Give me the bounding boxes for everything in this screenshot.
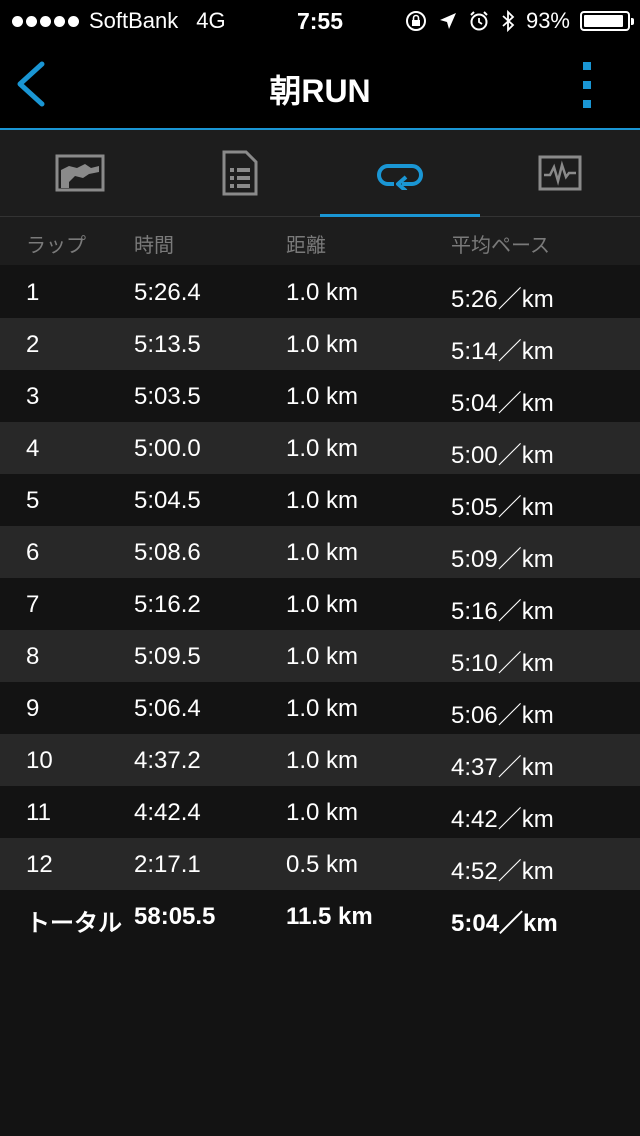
lap-distance: 1.0 km: [286, 799, 359, 826]
document-list-icon: [222, 150, 258, 196]
tab-laps[interactable]: [320, 130, 480, 217]
header-distance: 距離: [286, 235, 326, 257]
lap-distance: 1.0 km: [286, 331, 359, 358]
lap-pace: 4:37／km: [451, 754, 554, 781]
table-row[interactable]: 11 4:42.4 1.0 km 4:42／km: [0, 786, 640, 838]
table-row[interactable]: 8 5:09.5 1.0 km 5:10／km: [0, 630, 640, 682]
status-bar: SoftBank 4G 7:55 93%: [0, 0, 640, 40]
tab-bar: [0, 130, 640, 217]
lap-time: 5:03.5: [134, 383, 201, 410]
lap-pace: 5:06／km: [451, 702, 554, 729]
lap-pace: 5:10／km: [451, 650, 554, 677]
lap-time: 5:00.0: [134, 435, 201, 462]
lap-time: 5:04.5: [134, 487, 201, 514]
lap-distance: 1.0 km: [286, 591, 359, 618]
total-label: トータル: [26, 910, 122, 937]
battery-icon: [580, 11, 634, 31]
location-arrow-icon: [439, 13, 456, 29]
lap-pace: 5:04／km: [451, 390, 554, 417]
lap-time: 5:16.2: [134, 591, 201, 618]
lap-distance: 1.0 km: [286, 383, 359, 410]
lap-number: 5: [26, 487, 40, 514]
laps-table: 1 5:26.4 1.0 km 5:26／km 2 5:13.5 1.0 km …: [0, 266, 640, 942]
header-lap: ラップ: [26, 235, 86, 257]
total-pace: 5:04／km: [451, 910, 558, 937]
battery-percent: 93%: [525, 8, 570, 33]
table-row[interactable]: 4 5:00.0 1.0 km 5:00／km: [0, 422, 640, 474]
lap-number: 2: [26, 331, 40, 358]
lap-distance: 1.0 km: [286, 539, 359, 566]
table-row[interactable]: 10 4:37.2 1.0 km 4:37／km: [0, 734, 640, 786]
lap-number: 1: [26, 279, 40, 306]
lap-distance: 1.0 km: [286, 747, 359, 774]
lap-time: 5:08.6: [134, 539, 201, 566]
lap-distance: 1.0 km: [286, 279, 359, 306]
lap-distance: 1.0 km: [286, 643, 359, 670]
navigation-bar: 朝RUN: [0, 40, 640, 130]
table-row[interactable]: 6 5:08.6 1.0 km 5:09／km: [0, 526, 640, 578]
lap-number: 7: [26, 591, 40, 618]
lap-distance: 1.0 km: [286, 435, 359, 462]
header-pace: 平均ペース: [451, 235, 550, 257]
rotation-lock-icon: [405, 11, 426, 31]
lap-number: 10: [26, 747, 53, 774]
lap-number: 3: [26, 383, 40, 410]
lap-time: 5:06.4: [134, 695, 201, 722]
laps-loop-icon: [377, 164, 423, 190]
lap-number: 11: [26, 799, 51, 826]
lap-distance: 1.0 km: [286, 487, 359, 514]
lap-pace: 5:05／km: [451, 494, 554, 521]
lap-number: 8: [26, 643, 40, 670]
total-row: トータル 58:05.5 11.5 km 5:04／km: [0, 890, 640, 942]
bluetooth-icon: [502, 9, 515, 33]
lap-number: 4: [26, 435, 40, 462]
table-row[interactable]: 1 5:26.4 1.0 km 5:26／km: [0, 266, 640, 318]
lap-number: 12: [26, 851, 53, 878]
page-title: 朝RUN: [269, 73, 371, 109]
lap-pace: 4:52／km: [451, 858, 554, 885]
lap-distance: 0.5 km: [286, 851, 359, 878]
lap-time: 5:26.4: [134, 279, 201, 306]
alarm-icon: [470, 11, 488, 31]
more-options-icon[interactable]: [580, 62, 594, 108]
tab-heart-rate[interactable]: [480, 130, 640, 216]
table-row[interactable]: 12 2:17.1 0.5 km 4:52／km: [0, 838, 640, 890]
total-time: 58:05.5: [134, 903, 216, 930]
header-time: 時間: [134, 235, 174, 257]
lap-pace: 5:09／km: [451, 546, 554, 573]
lap-pace: 5:14／km: [451, 338, 554, 365]
lap-time: 4:37.2: [134, 747, 201, 774]
table-row[interactable]: 5 5:04.5 1.0 km 5:05／km: [0, 474, 640, 526]
lap-number: 6: [26, 539, 40, 566]
lap-time: 2:17.1: [134, 851, 201, 878]
laps-table-header: ラップ 時間 距離 平均ペース: [0, 217, 640, 265]
table-row[interactable]: 3 5:03.5 1.0 km 5:04／km: [0, 370, 640, 422]
lap-pace: 5:16／km: [451, 598, 554, 625]
lap-distance: 1.0 km: [286, 695, 359, 722]
lap-number: 9: [26, 695, 40, 722]
table-row[interactable]: 7 5:16.2 1.0 km 5:16／km: [0, 578, 640, 630]
lap-pace: 5:00／km: [451, 442, 554, 469]
lap-pace: 5:26／km: [451, 286, 554, 313]
tab-chart[interactable]: [0, 130, 160, 216]
lap-pace: 4:42／km: [451, 806, 554, 833]
chart-icon: [55, 154, 105, 192]
lap-time: 5:09.5: [134, 643, 201, 670]
heart-rate-monitor-icon: [538, 155, 582, 191]
tab-summary[interactable]: [160, 130, 320, 216]
total-distance: 11.5 km: [286, 903, 373, 930]
lap-time: 5:13.5: [134, 331, 201, 358]
table-row[interactable]: 9 5:06.4 1.0 km 5:06／km: [0, 682, 640, 734]
table-row[interactable]: 2 5:13.5 1.0 km 5:14／km: [0, 318, 640, 370]
lap-time: 4:42.4: [134, 799, 201, 826]
